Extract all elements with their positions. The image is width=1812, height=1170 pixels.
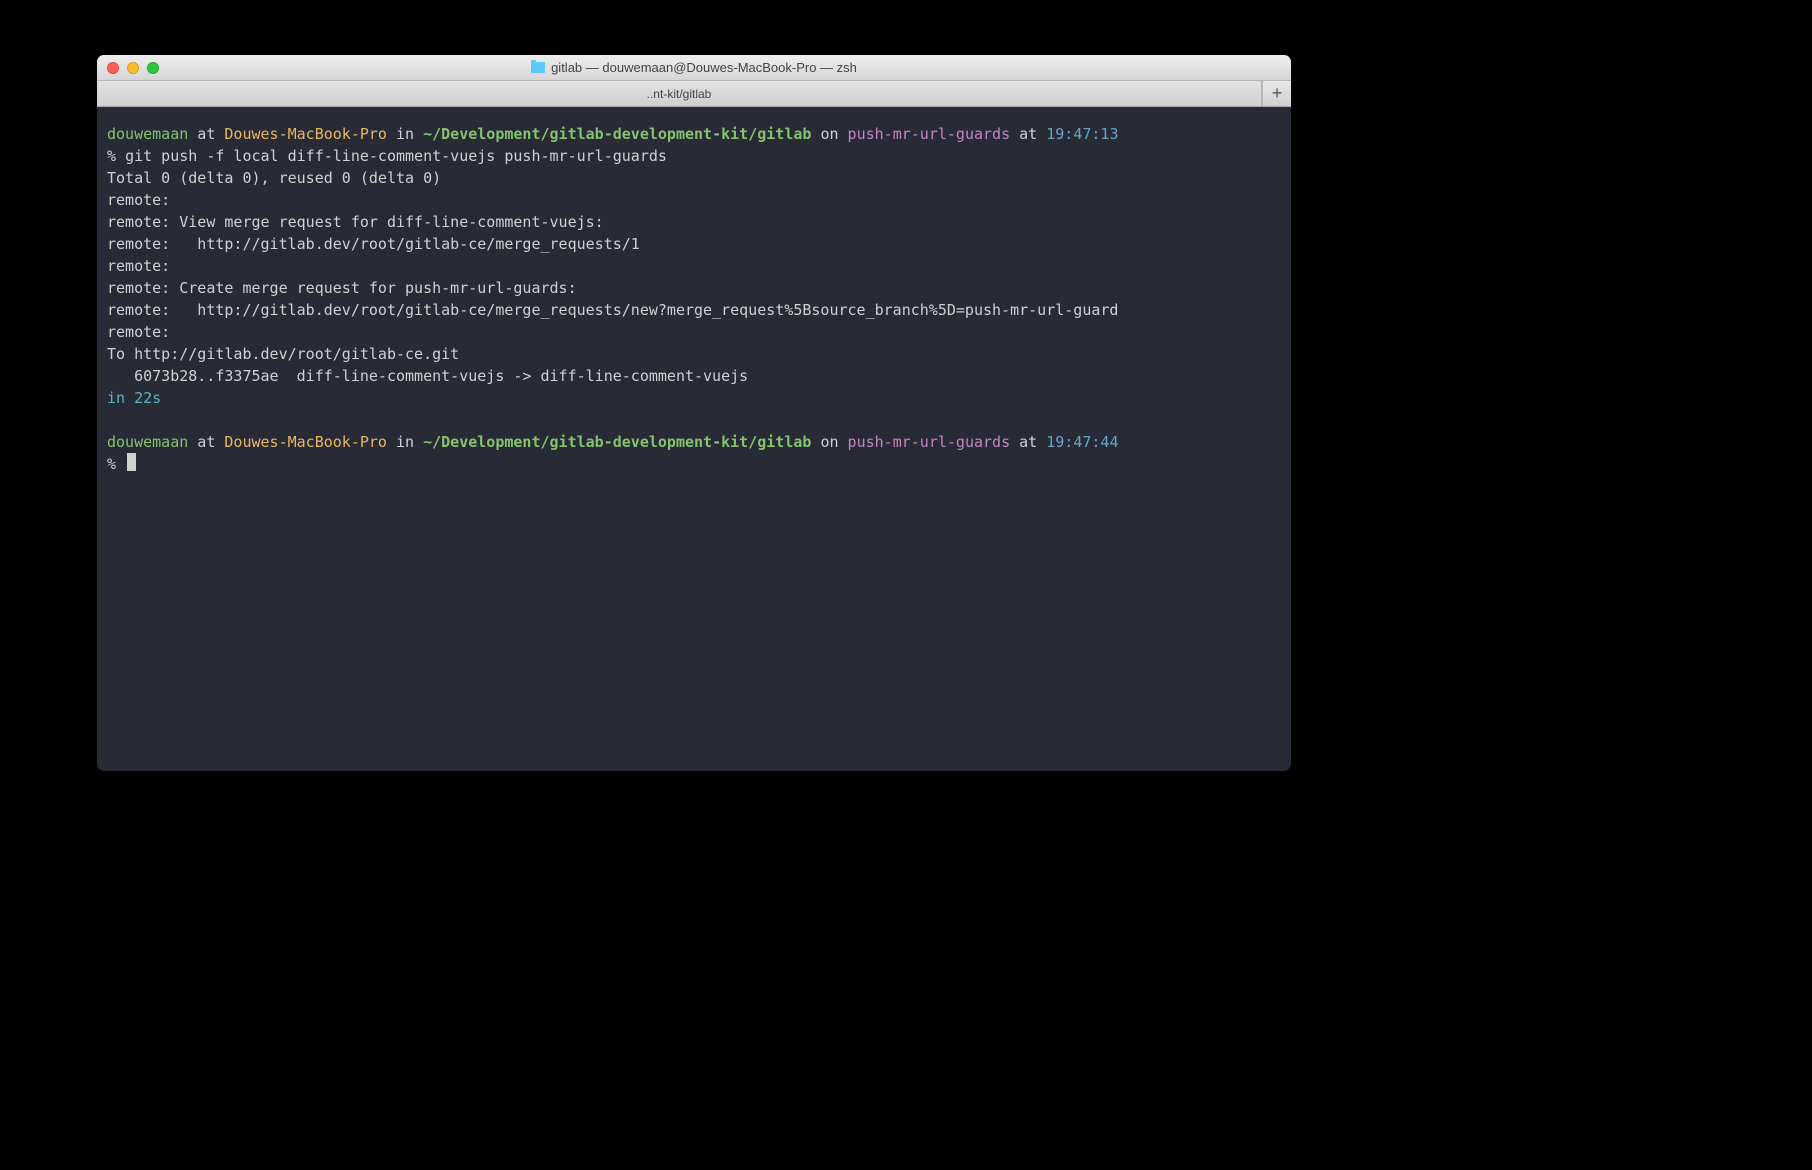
output-line: remote:: [107, 255, 1281, 277]
tab-label: ..nt-kit/gitlab: [647, 87, 712, 101]
folder-icon: [531, 62, 545, 73]
timing-line: in 22s: [107, 387, 1281, 409]
zoom-icon[interactable]: [147, 62, 159, 74]
minimize-icon[interactable]: [127, 62, 139, 74]
terminal-body[interactable]: douwemaan at Douwes-MacBook-Pro in ~/Dev…: [97, 107, 1291, 771]
output-line: 6073b28..f3375ae diff-line-comment-vuejs…: [107, 365, 1281, 387]
prompt-path: ~/Development/gitlab-development-kit/git…: [423, 125, 811, 143]
output-line: remote:: [107, 321, 1281, 343]
cursor-icon: [127, 453, 136, 471]
prompt-symbol: %: [107, 455, 125, 473]
traffic-lights: [107, 62, 159, 74]
command-line: % git push -f local diff-line-comment-vu…: [107, 145, 1281, 167]
output-line: To http://gitlab.dev/root/gitlab-ce.git: [107, 343, 1281, 365]
prompt-branch: push-mr-url-guards: [848, 433, 1011, 451]
prompt-time: 19:47:44: [1046, 433, 1118, 451]
prompt-host: Douwes-MacBook-Pro: [224, 125, 387, 143]
command-text: git push -f local diff-line-comment-vuej…: [125, 147, 667, 165]
cursor-line: %: [107, 453, 1281, 475]
terminal-window: gitlab — douwemaan@Douwes-MacBook-Pro — …: [97, 55, 1291, 771]
close-icon[interactable]: [107, 62, 119, 74]
blank-line: [107, 409, 1281, 431]
prompt-symbol: %: [107, 147, 125, 165]
prompt-host: Douwes-MacBook-Pro: [224, 433, 387, 451]
output-line: remote: http://gitlab.dev/root/gitlab-ce…: [107, 233, 1281, 255]
prompt-time: 19:47:13: [1046, 125, 1118, 143]
prompt-line-1: douwemaan at Douwes-MacBook-Pro in ~/Dev…: [107, 123, 1281, 145]
window-title: gitlab — douwemaan@Douwes-MacBook-Pro — …: [97, 60, 1291, 75]
titlebar[interactable]: gitlab — douwemaan@Douwes-MacBook-Pro — …: [97, 55, 1291, 81]
output-line: remote: http://gitlab.dev/root/gitlab-ce…: [107, 299, 1281, 321]
window-title-text: gitlab — douwemaan@Douwes-MacBook-Pro — …: [551, 60, 857, 75]
prompt-branch: push-mr-url-guards: [848, 125, 1011, 143]
output-line: remote: Create merge request for push-mr…: [107, 277, 1281, 299]
prompt-line-2: douwemaan at Douwes-MacBook-Pro in ~/Dev…: [107, 431, 1281, 453]
prompt-user: douwemaan: [107, 125, 188, 143]
output-line: Total 0 (delta 0), reused 0 (delta 0): [107, 167, 1281, 189]
prompt-user: douwemaan: [107, 433, 188, 451]
tab-bar: ..nt-kit/gitlab +: [97, 81, 1291, 107]
tab-active[interactable]: ..nt-kit/gitlab: [97, 81, 1262, 106]
prompt-path: ~/Development/gitlab-development-kit/git…: [423, 433, 811, 451]
output-line: remote:: [107, 189, 1281, 211]
output-line: remote: View merge request for diff-line…: [107, 211, 1281, 233]
new-tab-button[interactable]: +: [1262, 81, 1291, 106]
plus-icon: +: [1272, 83, 1283, 104]
